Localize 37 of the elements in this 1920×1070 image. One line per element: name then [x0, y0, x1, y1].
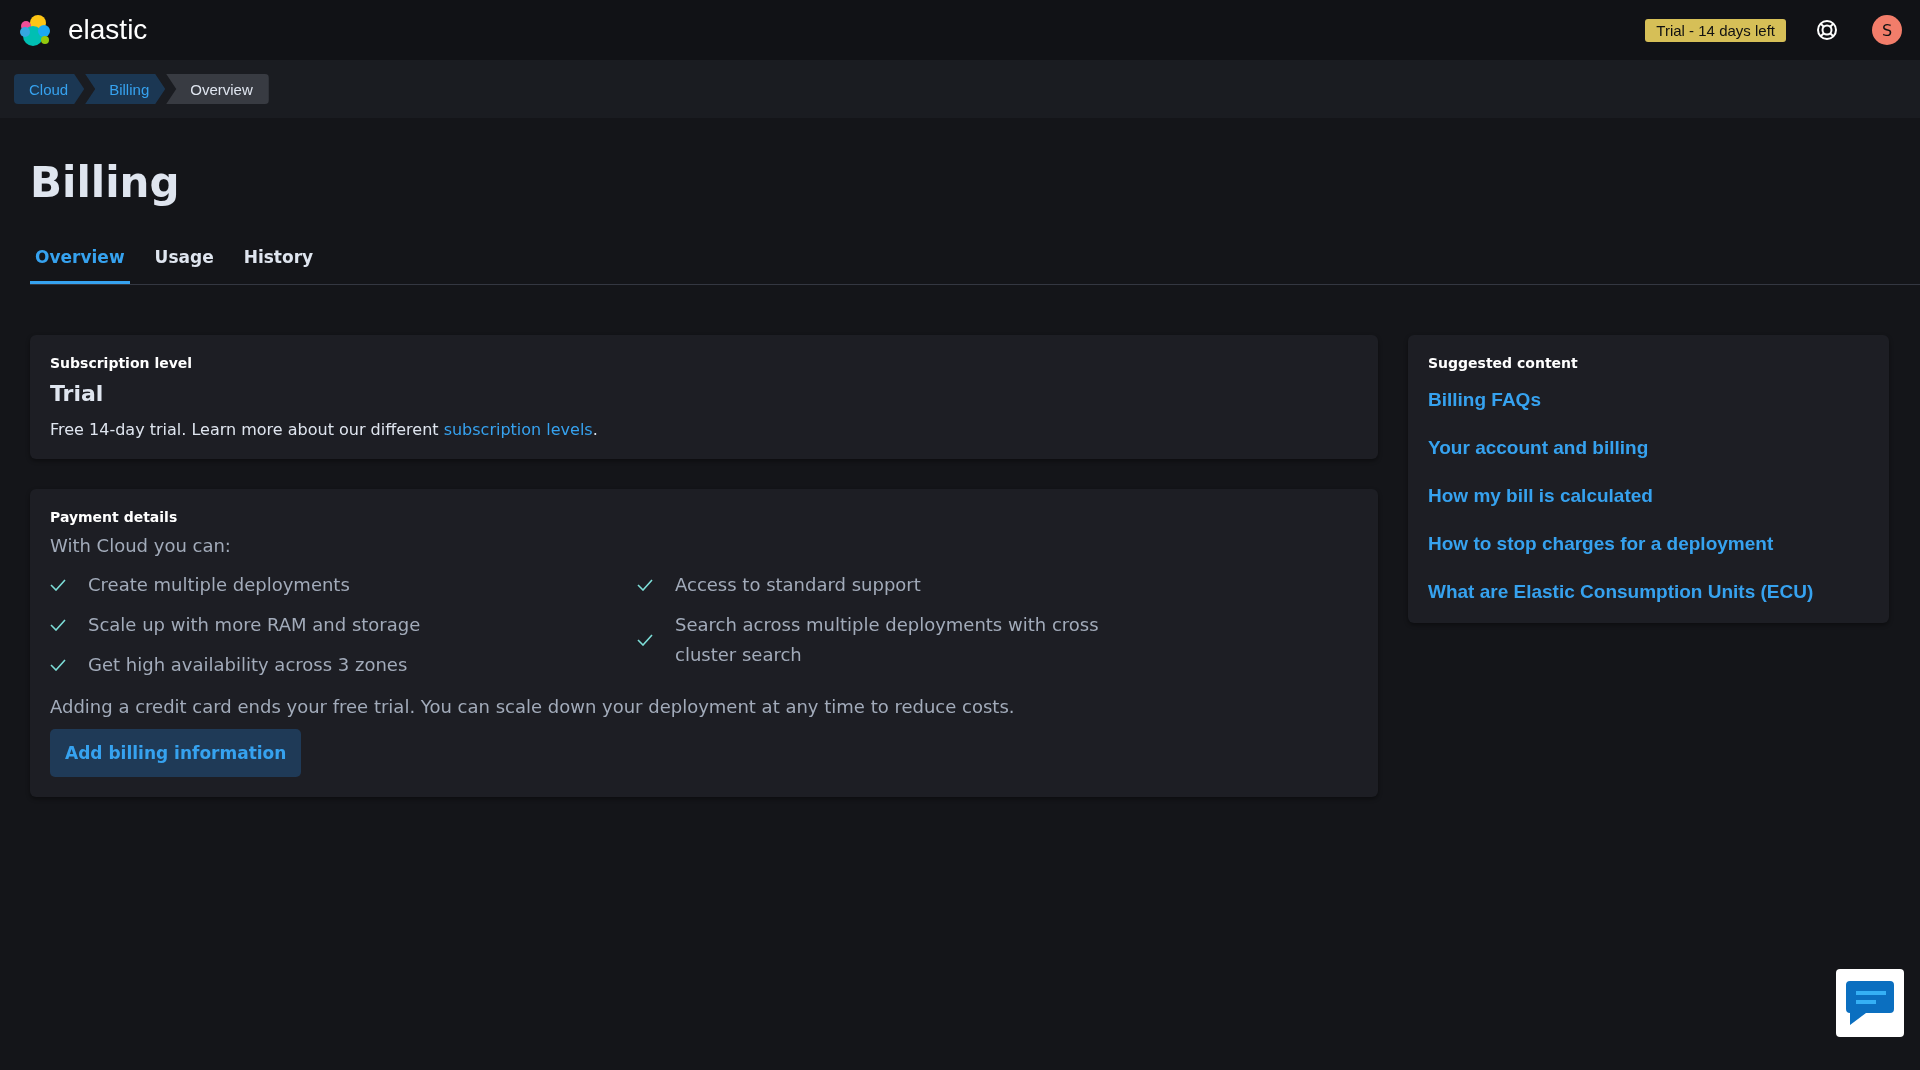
- tab[interactable]: History: [238, 241, 319, 284]
- subscription-level: Trial: [50, 381, 105, 406]
- help-icon[interactable]: [1816, 19, 1838, 41]
- suggested-link[interactable]: Your account and billing: [1428, 437, 1649, 459]
- trial-badge: Trial - 14 days left: [1645, 18, 1786, 42]
- card-heading: Suggested content: [1428, 355, 1579, 371]
- intro-text: With Cloud you can:: [50, 535, 232, 556]
- suggested-link[interactable]: What are Elastic Consumption Units (ECU): [1428, 581, 1814, 603]
- suggested-link[interactable]: How to stop charges for a deployment: [1428, 533, 1774, 555]
- subscription-text: Free 14-day trial. Learn more about our different subscription levels.: [50, 420, 599, 439]
- brand-name: elastic: [68, 14, 148, 46]
- check-icon: [50, 579, 66, 591]
- breadcrumb-link[interactable]: Billing: [85, 74, 166, 104]
- card-heading: Payment details: [50, 509, 179, 525]
- check-icon: [637, 579, 653, 591]
- logo-icon: [18, 13, 52, 47]
- check-icon: [50, 659, 66, 671]
- breadcrumb-link[interactable]: Cloud: [14, 74, 85, 104]
- user-avatar[interactable]: S: [1872, 15, 1902, 45]
- suggested-link[interactable]: Billing FAQs: [1428, 389, 1541, 411]
- feature-text: Create multiple deployments: [88, 573, 350, 597]
- page-title: Billing: [30, 158, 181, 207]
- feature-text: Search across multiple deployments with cross cluster search: [675, 613, 1100, 667]
- note-text: Adding a credit card ends your free trial. You can scale down your deployment at any time to reduce costs.: [50, 696, 1016, 717]
- feature-text: Access to standard support: [675, 573, 921, 597]
- feature-text: Get high availability across 3 zones: [88, 653, 408, 677]
- suggested-link[interactable]: How my bill is calculated: [1428, 485, 1653, 507]
- chat-button[interactable]: [1836, 969, 1904, 1037]
- tab[interactable]: Overview: [30, 241, 130, 284]
- breadcrumb-link[interactable]: Overview: [166, 74, 269, 104]
- card-heading: Subscription level: [50, 355, 194, 371]
- check-icon: [637, 634, 653, 646]
- feature-text: Scale up with more RAM and storage: [88, 613, 421, 637]
- subscription-levels-link[interactable]: subscription levels: [443, 420, 593, 439]
- tab[interactable]: Usage: [149, 241, 219, 284]
- check-icon: [50, 619, 66, 631]
- add-billing-button[interactable]: Add billing information: [50, 729, 302, 777]
